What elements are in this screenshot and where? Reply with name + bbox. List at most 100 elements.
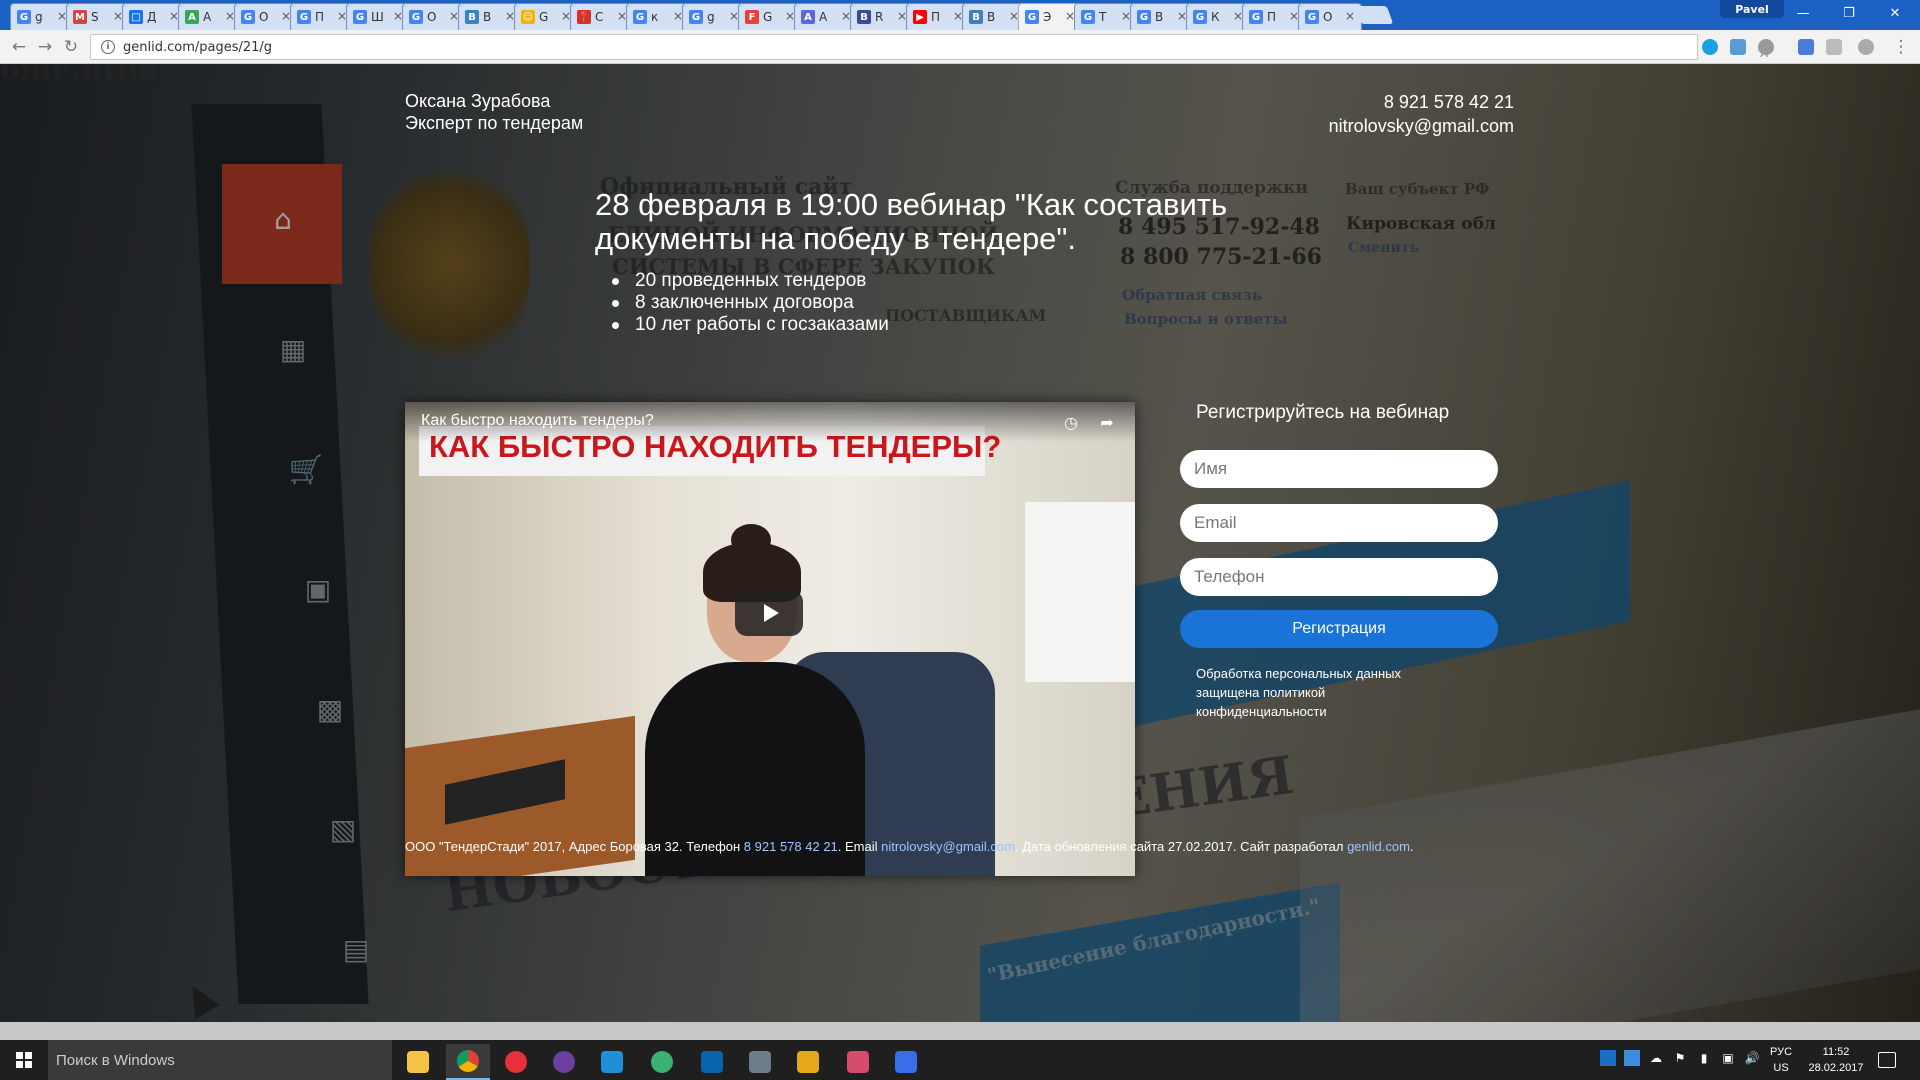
favicon-icon: G — [1249, 10, 1263, 24]
browser-tab[interactable]: G Ш × — [346, 3, 410, 30]
favicon-icon: G — [1193, 10, 1207, 24]
app-icon[interactable] — [542, 1044, 586, 1080]
browser-tab[interactable]: □ Д × — [122, 3, 186, 30]
tray-app-icon[interactable] — [1624, 1050, 1640, 1066]
phone-field[interactable] — [1180, 558, 1498, 596]
app-icon[interactable] — [786, 1044, 830, 1080]
tab-label: П — [1267, 10, 1277, 24]
web-page: ⌂ ▦ 🛒 ▣ ▩ ▧ ▤ ome.html Официальный сайт … — [0, 64, 1920, 1022]
browser-tab[interactable]: G О × — [234, 3, 298, 30]
play-button[interactable] — [735, 590, 803, 636]
network-icon[interactable]: ▣ — [1720, 1050, 1736, 1066]
app-icon[interactable] — [836, 1044, 880, 1080]
footer-text: ООО "ТендерСтади" 2017, Адрес Боровая 32… — [405, 839, 744, 854]
tray-app-icon[interactable] — [1600, 1050, 1616, 1066]
email-field[interactable] — [1180, 504, 1498, 542]
extension-icon[interactable] — [1758, 39, 1774, 55]
browser-tab[interactable]: G О × — [1298, 3, 1362, 30]
browser-tab[interactable]: G К × — [1186, 3, 1250, 30]
video-title[interactable]: Как быстро находить тендеры? — [421, 412, 654, 430]
horizontal-scrollbar[interactable] — [0, 1022, 1920, 1040]
opera-icon[interactable] — [494, 1044, 538, 1080]
volume-icon[interactable]: 🔊 — [1744, 1050, 1760, 1066]
app-icon[interactable] — [640, 1044, 684, 1080]
address-bar[interactable]: i genlid.com/pages/21/g ☆ — [90, 34, 1771, 61]
info-icon[interactable]: i — [101, 40, 115, 54]
new-tab-button[interactable] — [1354, 6, 1394, 24]
windows-logo-icon — [16, 1052, 32, 1068]
taskbar-search[interactable]: Поиск в Windows — [48, 1040, 392, 1080]
share-icon[interactable]: ➦ — [1097, 412, 1117, 432]
file-explorer-icon[interactable] — [396, 1044, 440, 1080]
browser-tab[interactable]: G В × — [1130, 3, 1194, 30]
close-window-button[interactable]: ✕ — [1872, 0, 1918, 26]
profile-badge[interactable]: Pavel — [1720, 0, 1784, 18]
menu-icon[interactable]: ⋮ — [1890, 36, 1912, 58]
extension-icon[interactable] — [1826, 39, 1842, 55]
browser-tab[interactable]: F G × — [738, 3, 802, 30]
browser-tab[interactable]: A А × — [178, 3, 242, 30]
video-window-light — [1025, 502, 1135, 682]
footer-email-link[interactable]: nitrolovsky@gmail.com — [881, 839, 1015, 854]
tab-label: А — [203, 10, 212, 24]
browser-tab[interactable]: Gg × — [10, 3, 74, 30]
name-field[interactable] — [1180, 450, 1498, 488]
browser-tab[interactable]: M S × — [66, 3, 130, 30]
extension-icon[interactable] — [1858, 39, 1874, 55]
tray-app-icon[interactable]: ⚑ — [1672, 1050, 1688, 1066]
translate-icon[interactable] — [1798, 39, 1814, 55]
browser-tab[interactable]: G П × — [1242, 3, 1306, 30]
register-button[interactable]: Регистрация — [1180, 610, 1498, 648]
favicon-icon: G — [353, 10, 367, 24]
browser-tab[interactable]: G Т × — [1074, 3, 1138, 30]
watch-later-icon[interactable]: ◷ — [1061, 412, 1081, 432]
video-player[interactable]: КАК БЫСТРО НАХОДИТЬ ТЕНДЕРЫ? Как быстро … — [405, 402, 1135, 876]
browser-tab[interactable]: A А × — [794, 3, 858, 30]
restore-button[interactable]: ❐ — [1826, 0, 1872, 26]
system-clock[interactable]: 11:52 28.02.2017 — [1806, 1044, 1866, 1076]
battery-icon[interactable]: ▮ — [1696, 1050, 1712, 1066]
start-button[interactable] — [0, 1040, 48, 1080]
contact-email[interactable]: nitrolovsky@gmail.com — [1329, 114, 1514, 138]
browser-tab[interactable]: G Э × — [1018, 3, 1082, 30]
input-language[interactable]: РУС US — [1770, 1044, 1792, 1076]
favicon-icon: G — [409, 10, 423, 24]
browser-tab[interactable]: B R × — [850, 3, 914, 30]
browser-tab[interactable]: G П × — [290, 3, 354, 30]
browser-tab[interactable]: ☺ G × — [514, 3, 578, 30]
tab-label: О — [259, 10, 269, 24]
notifications-icon[interactable] — [1878, 1052, 1896, 1068]
outlook-icon[interactable] — [690, 1044, 734, 1080]
reload-button[interactable]: ↻ — [60, 36, 82, 58]
forward-button[interactable]: → — [34, 36, 56, 58]
browser-tab[interactable]: Gк × — [626, 3, 690, 30]
webinar-headline: 28 февраля в 19:00 вебинар "Как составит… — [595, 187, 1228, 256]
browser-tab[interactable]: B В × — [962, 3, 1026, 30]
page-footer: ООО "ТендерСтади" 2017, Адрес Боровая 32… — [405, 837, 1515, 856]
app-icon[interactable] — [738, 1044, 782, 1080]
footer-dev-link[interactable]: genlid.com — [1347, 839, 1410, 854]
contact-phone[interactable]: 8 921 578 42 21 — [1329, 90, 1514, 114]
edge-icon[interactable] — [590, 1044, 634, 1080]
browser-tab[interactable]: 📍 С × — [570, 3, 634, 30]
footer-text: . — [1409, 839, 1414, 854]
browser-tab[interactable]: B В × — [458, 3, 522, 30]
browser-tab[interactable]: Gg × — [682, 3, 746, 30]
app-icon[interactable] — [884, 1044, 928, 1080]
favicon-icon: ☺ — [521, 10, 535, 24]
browser-tab[interactable]: ▶ П × — [906, 3, 970, 30]
close-tab-icon[interactable]: × — [1345, 9, 1355, 23]
chrome-icon[interactable] — [446, 1044, 490, 1080]
minimize-button[interactable]: — — [1780, 0, 1826, 26]
list-item: 10 лет работы с госзаказами — [612, 314, 889, 336]
tab-label: П — [931, 10, 941, 24]
extension-icon[interactable] — [1730, 39, 1746, 55]
extension-icon[interactable] — [1702, 39, 1718, 55]
list-item: 20 проведенных тендеров — [612, 270, 889, 292]
tab-label: О — [427, 10, 437, 24]
browser-tab[interactable]: G О × — [402, 3, 466, 30]
back-button[interactable]: ← — [8, 36, 30, 58]
footer-phone-link[interactable]: 8 921 578 42 21 — [744, 839, 838, 854]
tray-app-icon[interactable]: ☁ — [1648, 1050, 1664, 1066]
favicon-icon: G — [1081, 10, 1095, 24]
